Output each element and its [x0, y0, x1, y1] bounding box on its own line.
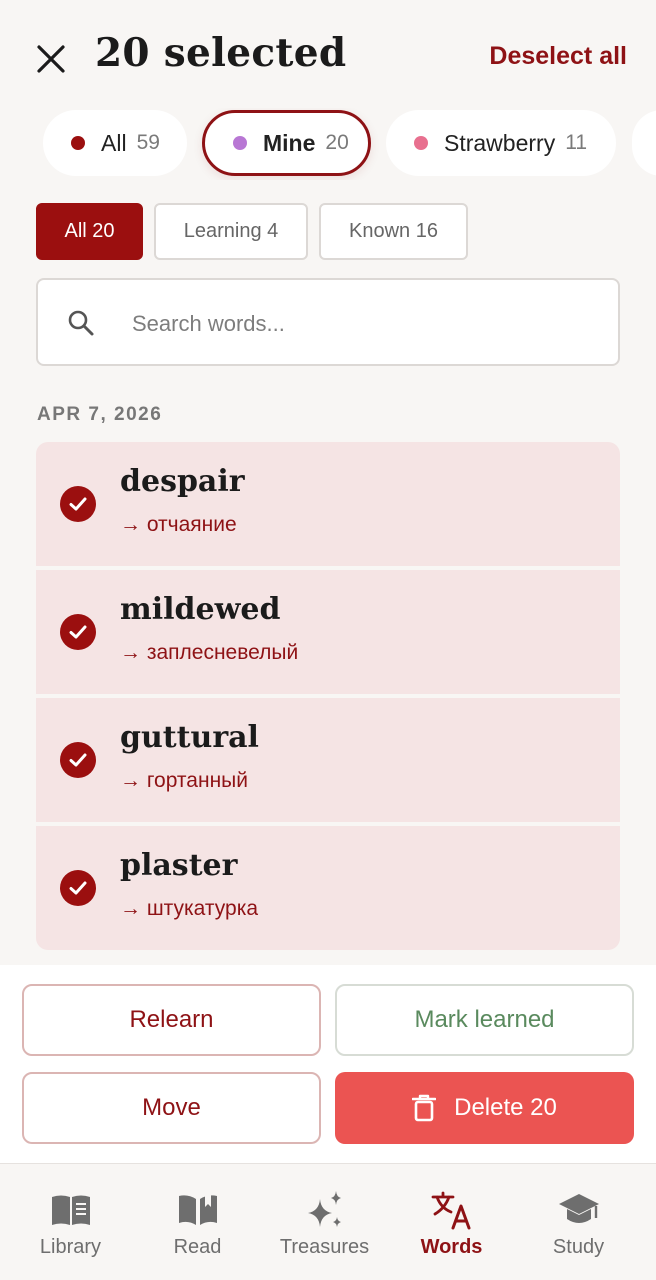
date-group-header: APR 7, 2026	[37, 404, 163, 425]
chip-label: Mine	[263, 129, 316, 156]
nav-library[interactable]: Library	[5, 1164, 136, 1280]
word-text: plaster	[120, 848, 238, 883]
nav-label: Treasures	[279, 1236, 370, 1258]
search-box	[36, 278, 620, 366]
word-list: despair → отчаяние mildewed → заплесневе…	[36, 442, 620, 950]
chip-more[interactable]	[632, 110, 656, 176]
delete-button[interactable]: Delete 20	[335, 1072, 634, 1144]
word-row[interactable]: plaster → штукатурка	[36, 826, 620, 950]
open-book-icon	[178, 1195, 217, 1225]
bottom-navigation: Library Read Treasures Words Study	[0, 1163, 656, 1280]
search-icon	[68, 310, 94, 336]
selected-check-icon[interactable]	[60, 742, 96, 778]
book-icon	[51, 1195, 90, 1225]
nav-treasures[interactable]: Treasures	[259, 1164, 390, 1280]
nav-words[interactable]: Words	[386, 1164, 517, 1280]
translate-icon	[431, 1191, 470, 1230]
selection-title: 20 selected	[95, 30, 347, 76]
search-input[interactable]	[132, 302, 592, 346]
delete-button-label: Delete 20	[454, 1094, 557, 1121]
filter-all[interactable]: All 20	[36, 203, 143, 260]
chip-label: Strawberry	[444, 129, 556, 156]
sparkle-icon	[307, 1191, 341, 1227]
chip-color-dot	[414, 136, 428, 150]
nav-label: Words	[420, 1236, 483, 1258]
word-translation: → отчаяние	[120, 513, 237, 536]
bulk-action-panel: Relearn Mark learned Move Delete 20	[0, 965, 656, 1163]
nav-read[interactable]: Read	[132, 1164, 263, 1280]
chip-strawberry[interactable]: Strawberry 11	[386, 110, 616, 176]
chip-all[interactable]: All 59	[43, 110, 187, 176]
word-translation: → гортанный	[120, 769, 249, 792]
word-row[interactable]: despair → отчаяние	[36, 442, 620, 566]
word-translation: → штукатурка	[120, 897, 259, 920]
chip-label: All	[101, 129, 127, 156]
word-translation: → заплесневелый	[120, 641, 299, 664]
selected-check-icon[interactable]	[60, 614, 96, 650]
nav-label: Study	[552, 1236, 605, 1258]
selected-check-icon[interactable]	[60, 486, 96, 522]
word-text: mildewed	[120, 592, 281, 627]
word-row[interactable]: guttural → гортанный	[36, 698, 620, 822]
chip-color-dot	[233, 136, 247, 150]
top-bar: 20 selected Deselect all	[0, 0, 656, 110]
relearn-button[interactable]: Relearn	[22, 984, 321, 1056]
filter-known[interactable]: Known 16	[319, 203, 468, 260]
word-row[interactable]: mildewed → заплесневелый	[36, 570, 620, 694]
chip-mine[interactable]: Mine 20	[202, 110, 371, 176]
nav-label: Library	[39, 1236, 102, 1258]
close-icon	[37, 45, 65, 73]
move-button[interactable]: Move	[22, 1072, 321, 1144]
trash-icon	[412, 1094, 437, 1122]
deselect-all-button[interactable]: Deselect all	[489, 42, 627, 71]
selected-check-icon[interactable]	[60, 870, 96, 906]
close-selection-button[interactable]	[28, 36, 74, 82]
chip-count: 20	[325, 131, 349, 154]
word-text: guttural	[120, 720, 259, 755]
chip-count: 11	[565, 131, 588, 154]
collection-chips: All 59 Mine 20 Strawberry 11	[0, 108, 656, 180]
mark-learned-button[interactable]: Mark learned	[335, 984, 634, 1056]
chip-color-dot	[71, 136, 85, 150]
nav-label: Read	[173, 1236, 222, 1258]
nav-study[interactable]: Study	[513, 1164, 644, 1280]
graduation-cap-icon	[558, 1194, 599, 1223]
word-text: despair	[120, 464, 245, 499]
filter-learning[interactable]: Learning 4	[154, 203, 308, 260]
chip-count: 59	[136, 131, 160, 154]
